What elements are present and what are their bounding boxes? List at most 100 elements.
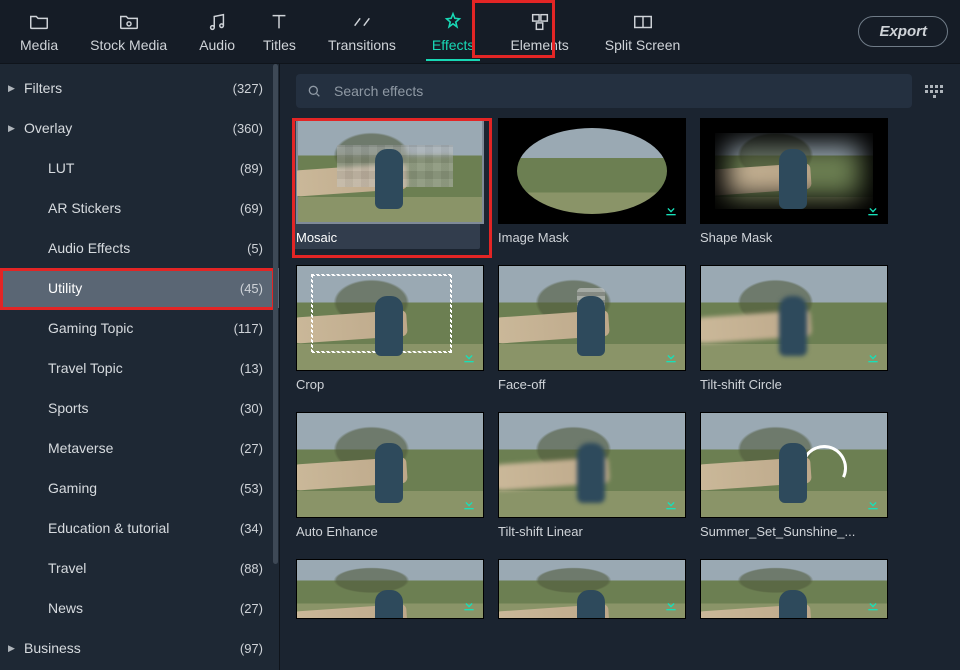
sidebar-item-gaming[interactable]: Gaming 53: [0, 468, 279, 508]
nav-transitions[interactable]: Transitions: [310, 0, 414, 63]
effect-card-label: Mosaic: [296, 230, 476, 245]
download-icon[interactable]: [663, 496, 679, 512]
sidebar-item-count: 97: [240, 641, 263, 656]
sidebar-item-count: 360: [233, 121, 263, 136]
download-icon[interactable]: [663, 349, 679, 365]
search-row: [280, 64, 960, 118]
sidebar-item-lut[interactable]: LUT 89: [0, 148, 279, 188]
sidebar-item-travel[interactable]: Travel88: [0, 548, 279, 588]
sidebar-item-filters[interactable]: ▶Filters327: [0, 68, 279, 108]
effect-thumbnail: [296, 265, 484, 371]
sidebar-item-label: Travel Topic: [48, 360, 123, 376]
sidebar-item-audio-effects[interactable]: Audio Effects5: [0, 228, 279, 268]
download-icon[interactable]: [865, 349, 881, 365]
download-icon[interactable]: [865, 597, 881, 613]
effect-card-summerset[interactable]: Summer_Set_Sunshine_...: [700, 412, 888, 539]
sidebar-item-ar-stickers[interactable]: AR Stickers69: [0, 188, 279, 228]
export-button[interactable]: Export: [858, 16, 948, 47]
effect-card-label: Summer_Set_Sunshine_...: [700, 524, 888, 539]
effects-icon: [442, 11, 464, 33]
effect-card-row4a[interactable]: [296, 559, 484, 619]
nav-label: Stock Media: [90, 37, 167, 53]
search-box[interactable]: [296, 74, 912, 108]
download-icon[interactable]: [865, 202, 881, 218]
sidebar-item-count: 27: [240, 601, 263, 616]
sidebar-item-label: Overlay: [24, 120, 72, 136]
download-icon[interactable]: [865, 496, 881, 512]
nav-titles[interactable]: Titles: [249, 0, 310, 63]
effect-card-tiltlinear[interactable]: Tilt-shift Linear: [498, 412, 686, 539]
sidebar-item-label: Gaming Topic: [48, 320, 133, 336]
nav-audio[interactable]: Audio: [185, 0, 249, 63]
sidebar-item-count: 5: [247, 241, 263, 256]
effect-thumbnail: [498, 412, 686, 518]
effect-card-imagemask[interactable]: Image Mask: [498, 118, 686, 245]
effect-card-crop[interactable]: Crop: [296, 265, 484, 392]
effect-card-mosaic[interactable]: Mosaic: [292, 118, 480, 249]
effect-card-faceoff[interactable]: Face-off: [498, 265, 686, 392]
download-icon[interactable]: [461, 349, 477, 365]
sidebar-item-label: Utility: [48, 280, 82, 296]
sidebar-item-utility[interactable]: Utility 45: [0, 268, 279, 308]
download-icon[interactable]: [663, 597, 679, 613]
folder-icon: [28, 11, 50, 33]
effect-card-label: Face-off: [498, 377, 686, 392]
chevron-right-icon: ▶: [8, 643, 15, 654]
sidebar-scrollbar[interactable]: [273, 64, 278, 564]
sidebar-item-label: Education & tutorial: [48, 520, 169, 536]
effect-card-autoenhance[interactable]: Auto Enhance: [296, 412, 484, 539]
sidebar-item-count: 88: [240, 561, 263, 576]
search-input[interactable]: [332, 82, 902, 100]
split-screen-icon: [632, 11, 654, 33]
sidebar-item-business[interactable]: ▶Business97: [0, 628, 279, 668]
sidebar-item-label: AR Stickers: [48, 200, 121, 216]
elements-icon: [529, 11, 551, 33]
effect-thumbnail: [498, 118, 686, 224]
sidebar-item-education-tutorial[interactable]: Education & tutorial 34: [0, 508, 279, 548]
effect-card-tiltcircle[interactable]: Tilt-shift Circle: [700, 265, 888, 392]
effect-card-shapemask[interactable]: Shape Mask: [700, 118, 888, 245]
sidebar-item-label: Gaming: [48, 480, 97, 496]
nav-elements[interactable]: Elements: [492, 0, 586, 63]
view-grid-icon[interactable]: [924, 81, 944, 101]
nav-items: Media Stock Media Audio Titles Transitio…: [6, 0, 698, 63]
effect-card-label: Shape Mask: [700, 230, 888, 245]
sidebar-item-sports[interactable]: Sports 30: [0, 388, 279, 428]
sidebar-item-count: 34: [240, 521, 263, 536]
cloud-folder-icon: [118, 11, 140, 33]
effect-card-label: Auto Enhance: [296, 524, 484, 539]
nav-media[interactable]: Media: [6, 0, 72, 63]
sidebar-item-count: 30: [240, 401, 263, 416]
effect-thumbnail: [498, 265, 686, 371]
effect-card-label: Crop: [296, 377, 484, 392]
sidebar-item-news[interactable]: News27: [0, 588, 279, 628]
sidebar-item-count: 89: [240, 161, 263, 176]
sidebar-item-label: Sports: [48, 400, 88, 416]
sidebar-item-overlay[interactable]: ▶Overlay360: [0, 108, 279, 148]
sidebar-item-count: 327: [233, 81, 263, 96]
sidebar-item-gaming-topic[interactable]: Gaming Topic117: [0, 308, 279, 348]
effect-card-label: Image Mask: [498, 230, 686, 245]
nav-split-screen[interactable]: Split Screen: [587, 0, 698, 63]
nav-stock-media[interactable]: Stock Media: [72, 0, 185, 63]
sidebar-item-metaverse[interactable]: Metaverse27: [0, 428, 279, 468]
effect-card-row4b[interactable]: [498, 559, 686, 619]
nav-effects[interactable]: Effects: [414, 0, 493, 63]
sidebar: ▶Filters327▶Overlay360LUT89AR Stickers69…: [0, 64, 280, 670]
effect-thumbnail: [296, 412, 484, 518]
sidebar-item-travel-topic[interactable]: Travel Topic 13: [0, 348, 279, 388]
effect-card-row4c[interactable]: [700, 559, 888, 619]
sidebar-item-count: 13: [240, 361, 263, 376]
transitions-icon: [351, 11, 373, 33]
effect-card-label: Tilt-shift Linear: [498, 524, 686, 539]
effect-thumbnail: [296, 559, 484, 619]
sidebar-item-count: 27: [240, 441, 263, 456]
sidebar-item-label: Filters: [24, 80, 62, 96]
sidebar-item-count: 45: [240, 281, 263, 296]
nav-label: Transitions: [328, 37, 396, 53]
download-icon[interactable]: [663, 202, 679, 218]
sidebar-item-label: LUT: [48, 160, 74, 176]
download-icon[interactable]: [461, 496, 477, 512]
download-icon[interactable]: [461, 597, 477, 613]
sidebar-item-count: 53: [240, 481, 263, 496]
